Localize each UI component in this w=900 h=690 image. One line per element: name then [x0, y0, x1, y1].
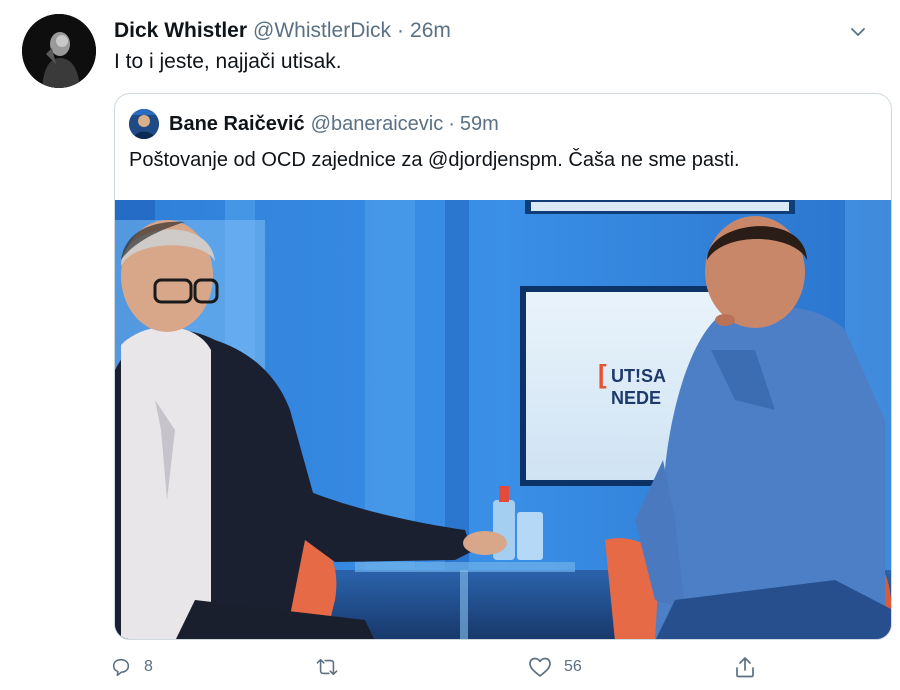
- author-handle[interactable]: @WhistlerDick: [253, 19, 391, 43]
- retweet-icon: [316, 658, 338, 676]
- quoted-tweet-time: 59m: [459, 112, 499, 135]
- tweet-text: I to i jeste, najjači utisak.: [114, 50, 342, 73]
- author-name[interactable]: Dick Whistler: [114, 19, 247, 43]
- quoted-header-separator: ·: [448, 112, 455, 135]
- quoted-tweet-media[interactable]: [ UT!SA NEDE: [115, 200, 891, 639]
- header-separator: ·: [397, 19, 405, 42]
- reply-icon: [112, 658, 130, 677]
- screen-bracket-left: [: [598, 359, 607, 389]
- chevron-down-icon: [851, 28, 865, 36]
- like-count: 56: [564, 658, 582, 675]
- share-button[interactable]: [734, 652, 756, 682]
- quoted-avatar-image: [129, 109, 159, 139]
- share-icon: [736, 657, 754, 678]
- tweet-time[interactable]: 26m: [410, 19, 451, 43]
- reply-button[interactable]: 8: [110, 652, 153, 682]
- quoted-author-avatar: [129, 109, 159, 139]
- retweet-button[interactable]: [315, 652, 351, 682]
- screen-text-line2: NEDE: [611, 388, 661, 408]
- reply-count: 8: [144, 658, 153, 675]
- quoted-tweet[interactable]: Bane Raičević @baneraicevic · 59m Poštov…: [114, 93, 892, 640]
- like-button[interactable]: 56: [528, 652, 582, 682]
- screen-text-line1: UT!SA: [611, 366, 666, 386]
- more-menu-button[interactable]: [844, 18, 872, 46]
- avatar-image: [22, 14, 96, 88]
- quoted-author-name: Bane Raičević: [169, 112, 305, 135]
- quoted-tweet-header: Bane Raičević @baneraicevic · 59m: [129, 108, 499, 140]
- heart-icon: [529, 657, 551, 677]
- tweet-header: Dick Whistler @WhistlerDick · 26m: [114, 16, 880, 46]
- tweet-actions: 8 56: [110, 652, 880, 682]
- author-avatar[interactable]: [22, 14, 96, 88]
- media-image: [ UT!SA NEDE: [115, 200, 891, 639]
- quoted-author-handle: @baneraicevic: [310, 112, 444, 135]
- quoted-tweet-text: Poštovanje od OCD zajednice za @djordjen…: [129, 149, 740, 171]
